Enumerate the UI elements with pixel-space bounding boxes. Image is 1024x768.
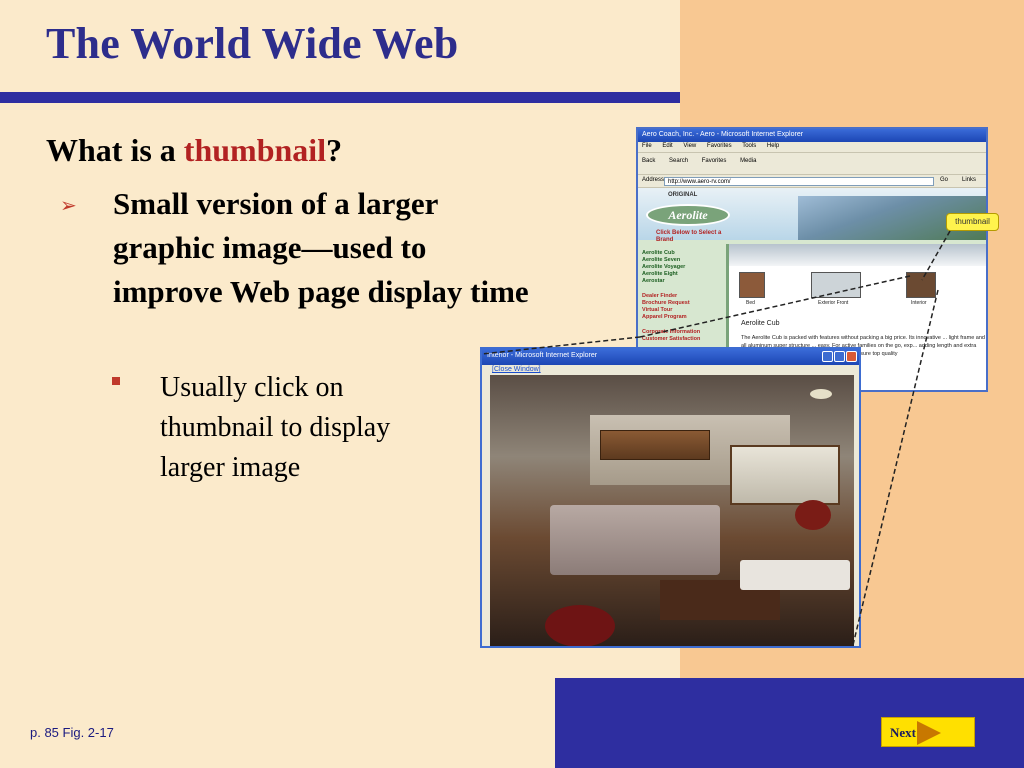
- aerolite-logo: Aerolite: [646, 204, 730, 226]
- close-icon[interactable]: [846, 351, 857, 362]
- maximize-icon[interactable]: [834, 351, 845, 362]
- address-bar: Address http://www.aero-rv.com/ Go Links: [638, 175, 986, 188]
- site-link[interactable]: Apparel Program: [642, 314, 722, 321]
- menu-view[interactable]: View: [683, 143, 696, 149]
- browser-titlebar: Aero Coach, Inc. - Aero - Microsoft Inte…: [638, 129, 986, 142]
- menu-file[interactable]: File: [642, 143, 652, 149]
- address-input[interactable]: http://www.aero-rv.com/: [664, 177, 934, 186]
- thumbnail-bed[interactable]: [739, 272, 765, 298]
- browser-window-interior: Interior - Microsoft Internet Explorer […: [480, 347, 861, 648]
- click-below-text: Click Below to Select a Brand: [656, 230, 722, 243]
- content-header-image: [729, 244, 986, 266]
- site-nav: Aerolite Cub Aerolite Seven Aerolite Voy…: [642, 250, 722, 343]
- menu-tools[interactable]: Tools: [742, 143, 756, 149]
- bullet-primary: Small version of a larger graphic image—…: [113, 186, 529, 309]
- next-label: Next: [890, 725, 916, 740]
- site-link[interactable]: Brochure Request: [642, 300, 722, 307]
- brand-link[interactable]: Aerolite Voyager: [642, 264, 722, 271]
- go-button[interactable]: Go: [940, 177, 948, 183]
- browser-toolbar: Back Search Favorites Media: [638, 153, 986, 175]
- square-bullet-icon: [112, 377, 120, 385]
- question-prefix: What is a: [46, 132, 184, 168]
- menu-help[interactable]: Help: [767, 143, 779, 149]
- brand-link[interactable]: Aerolite Seven: [642, 257, 722, 264]
- cub-heading: Aerolite Cub: [741, 320, 780, 327]
- interior-titlebar: Interior - Microsoft Internet Explorer: [482, 349, 859, 365]
- brand-link[interactable]: Aerostar: [642, 278, 722, 285]
- close-window-link[interactable]: [Close Window]: [492, 366, 541, 373]
- site-link[interactable]: Corporate Information: [642, 329, 722, 336]
- address-label: Address: [642, 177, 665, 183]
- site-link[interactable]: Dealer Finder: [642, 293, 722, 300]
- interior-photo: [490, 375, 854, 646]
- next-button[interactable]: Next: [881, 717, 975, 747]
- arrow-bullet-icon: ➢: [60, 193, 77, 217]
- thumbnail-caption: Interior: [911, 300, 927, 306]
- media-button[interactable]: Media: [740, 158, 756, 164]
- thumbnail-caption: Bed: [746, 300, 755, 306]
- page-reference: p. 85 Fig. 2-17: [30, 725, 114, 740]
- favorites-button[interactable]: Favorites: [702, 158, 727, 164]
- search-button[interactable]: Search: [669, 158, 688, 164]
- question-suffix: ?: [326, 132, 343, 168]
- menu-favorites[interactable]: Favorites: [707, 143, 732, 149]
- minimize-icon[interactable]: [822, 351, 833, 362]
- brand-link[interactable]: Aerolite Cub: [642, 250, 722, 257]
- back-button[interactable]: Back: [642, 158, 655, 164]
- thumbnail-exterior[interactable]: [811, 272, 861, 298]
- question-heading: What is a thumbnail?: [46, 132, 342, 169]
- interior-title: Interior - Microsoft Internet Explorer: [487, 352, 598, 359]
- thumbnail-callout: thumbnail: [946, 213, 999, 231]
- bullet-secondary: Usually click on thumbnail to display la…: [160, 372, 391, 483]
- title-rule: [0, 92, 680, 103]
- slide-title: The World Wide Web: [46, 19, 459, 68]
- right-arrow-icon: [917, 721, 941, 745]
- browser-menubar: File Edit View Favorites Tools Help: [638, 142, 986, 153]
- links-button[interactable]: Links: [962, 177, 976, 183]
- site-link[interactable]: Customer Satisfaction: [642, 336, 722, 343]
- thumbnail-interior[interactable]: [906, 272, 936, 298]
- thumbnail-caption: Exterior Front: [818, 300, 849, 306]
- menu-edit[interactable]: Edit: [662, 143, 672, 149]
- site-link[interactable]: Virtual Tour: [642, 307, 722, 314]
- logo-original-text: ORIGINAL: [668, 192, 698, 198]
- question-highlight: thumbnail: [183, 132, 327, 168]
- brand-link[interactable]: Aerolite Eight: [642, 271, 722, 278]
